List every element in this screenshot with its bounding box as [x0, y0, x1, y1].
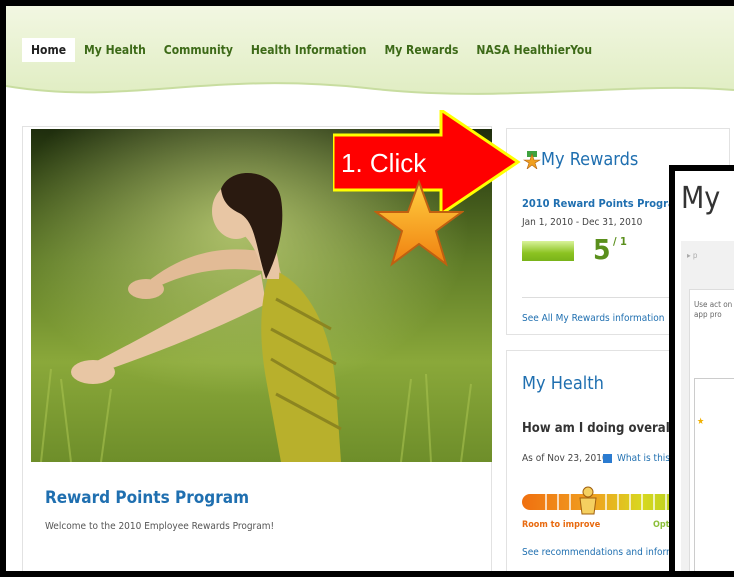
optimal-label: Opt	[653, 520, 670, 530]
overlay-panel: ▸ p Use act on app pro ★	[681, 241, 734, 571]
points-progress-bar	[522, 241, 574, 261]
big-star-icon	[374, 179, 464, 267]
nav-my-rewards[interactable]: My Rewards	[375, 38, 467, 62]
browser-frame: Home My Health Community Health Informat…	[6, 6, 734, 571]
reward-program-name[interactable]: 2010 Reward Points Program	[522, 197, 685, 210]
my-rewards-title[interactable]: My Rewards	[541, 149, 638, 170]
overlay-screenshot: My ▸ p Use act on app pro ★	[669, 165, 734, 577]
overlay-text: Use act on app pro	[694, 300, 733, 319]
site-header: Home My Health Community Health Informat…	[6, 6, 734, 116]
room-to-improve-label: Room to improve	[522, 520, 601, 530]
person-marker-icon	[579, 486, 597, 515]
see-recommendations-link[interactable]: See recommendations and informa	[522, 547, 680, 558]
info-icon	[603, 454, 612, 463]
health-as-of-date: As of Nov 23, 2010	[522, 453, 608, 464]
nav-health-information[interactable]: Health Information	[242, 38, 376, 62]
hero-title[interactable]: Reward Points Program	[45, 488, 249, 508]
overlay-page: My ▸ p Use act on app pro ★	[675, 171, 734, 571]
callout-label: 1. Click	[341, 148, 427, 178]
nav-my-health[interactable]: My Health	[75, 38, 155, 62]
see-all-rewards-link[interactable]: See All My Rewards information	[522, 313, 664, 324]
reward-program-dates: Jan 1, 2010 - Dec 31, 2010	[522, 217, 643, 228]
overlay-page-title: My	[681, 181, 721, 216]
what-is-this-link[interactable]: What is this	[617, 453, 670, 464]
main-nav: Home My Health Community Health Informat…	[22, 38, 601, 62]
overlay-inner-panel: Use act on app pro ★	[689, 289, 734, 571]
health-question: How am I doing overall?	[522, 421, 681, 436]
overlay-sub-panel: ★	[694, 378, 734, 571]
hero-description: Welcome to the 2010 Employee Rewards Pro…	[45, 521, 275, 532]
nav-home[interactable]: Home	[22, 38, 76, 62]
overlay-breadcrumb: ▸ p	[687, 251, 698, 260]
nav-community[interactable]: Community	[155, 38, 242, 62]
points-goal: / 1	[613, 235, 627, 248]
nav-nasa-healthieryou[interactable]: NASA HealthierYou	[467, 38, 601, 62]
points-value: 5	[593, 233, 611, 266]
star-icon: ★	[697, 417, 705, 427]
my-health-title[interactable]: My Health	[522, 373, 604, 394]
